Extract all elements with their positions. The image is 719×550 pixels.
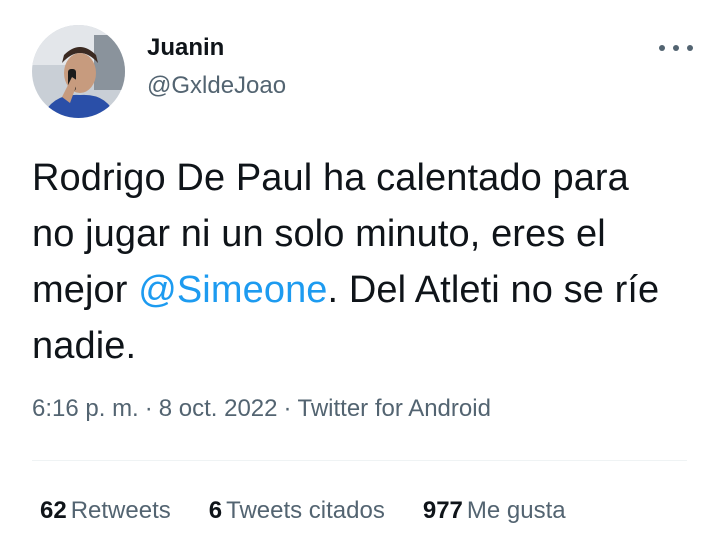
separator: · xyxy=(283,395,292,422)
more-dot xyxy=(673,45,679,51)
retweets-stat[interactable]: 62 Retweets xyxy=(40,497,171,525)
quotes-label: Tweets citados xyxy=(226,497,385,524)
display-name[interactable]: Juanin xyxy=(147,34,224,62)
avatar[interactable] xyxy=(32,25,125,118)
likes-count: 977 xyxy=(422,497,463,524)
more-dot xyxy=(659,45,665,51)
likes-label: Me gusta xyxy=(466,497,566,524)
tweet-source[interactable]: Twitter for Android xyxy=(298,395,491,422)
quotes-count: 6 xyxy=(208,497,223,524)
tweet-date[interactable]: 8 oct. 2022 xyxy=(159,395,278,422)
tweet-time[interactable]: 6:16 p. m. xyxy=(32,395,139,422)
separator: · xyxy=(144,395,153,422)
retweets-label: Retweets xyxy=(70,497,171,524)
more-horizontal-icon[interactable] xyxy=(659,38,693,58)
divider xyxy=(32,460,687,461)
likes-stat[interactable]: 977 Me gusta xyxy=(423,497,566,525)
user-handle[interactable]: @GxldeJoao xyxy=(147,72,286,100)
tweet-meta: 6:16 p. m. · 8 oct. 2022 · Twitter for Andro… xyxy=(32,395,491,423)
retweets-count: 62 xyxy=(40,497,67,524)
more-dot xyxy=(687,45,693,51)
tweet-stats: 62 Retweets 6 Tweets citados 977 Me gusta xyxy=(40,497,604,525)
quotes-stat[interactable]: 6 Tweets citados xyxy=(209,497,385,525)
tweet-text: Rodrigo De Paul ha calentado para no jug… xyxy=(32,150,682,374)
mention-link[interactable]: @Simeone xyxy=(138,269,327,311)
